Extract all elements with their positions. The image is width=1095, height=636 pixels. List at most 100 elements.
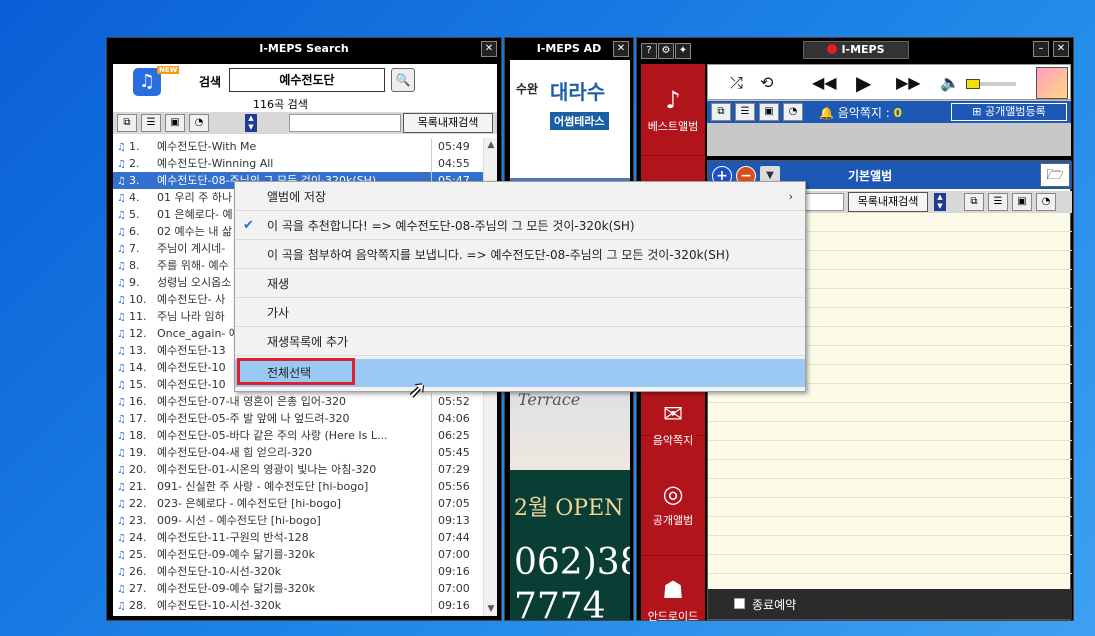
public-album-register-button[interactable]: ⊞ 공개앨범등록 bbox=[951, 103, 1067, 121]
lyrics-icon[interactable]: ◔ bbox=[189, 114, 209, 132]
scroll-down-icon[interactable]: ▼ bbox=[484, 602, 498, 616]
sort-spinner-icon[interactable]: ▲ ▼ bbox=[245, 114, 257, 132]
gear-icon[interactable]: ⚙ bbox=[658, 43, 674, 59]
song-row[interactable]: ♫ 2. 예수전도단-Winning All 04:55 bbox=[113, 155, 483, 172]
song-title: 예수전도단-04-새 힘 얻으리-320 bbox=[157, 446, 313, 459]
song-row[interactable]: ♫ 22. 023- 은혜로다 - 예수전도단 [hi-bogo] 07:05 bbox=[113, 495, 483, 512]
song-number: 15. bbox=[129, 378, 147, 391]
ad-close-button[interactable]: ✕ bbox=[613, 41, 629, 57]
music-note-icon: ♫ bbox=[117, 516, 126, 527]
scroll-up-icon[interactable]: ▲ bbox=[484, 138, 498, 152]
song-duration: 07:00 bbox=[431, 546, 471, 563]
song-title: 023- 은혜로다 - 예수전도단 [hi-bogo] bbox=[157, 497, 342, 510]
list-icon[interactable]: ☰ bbox=[141, 114, 161, 132]
record-icon bbox=[827, 44, 838, 54]
album-title[interactable]: 기본앨범 bbox=[848, 167, 892, 184]
music-note-icon: ♫ bbox=[117, 261, 126, 272]
list-icon[interactable]: ☰ bbox=[735, 103, 755, 121]
reserve-checkbox[interactable] bbox=[734, 598, 745, 609]
song-number: 12. bbox=[129, 327, 147, 340]
main-close-button[interactable]: ✕ bbox=[1053, 41, 1069, 57]
search-close-button[interactable]: ✕ bbox=[481, 41, 497, 57]
song-row[interactable]: ♫ 1. 예수전도단-With Me 05:49 bbox=[113, 138, 483, 155]
menu-item-play[interactable]: 재생 bbox=[235, 270, 805, 298]
song-row[interactable]: ♫ 23. 009- 시선 - 예수전도단 [hi-bogo] 09:13 bbox=[113, 512, 483, 529]
music-note-icon: ♫ bbox=[117, 550, 126, 561]
prev-icon[interactable]: ◀◀ bbox=[812, 73, 837, 92]
sidebar-item-android[interactable]: ☗ 안드로이드 bbox=[641, 556, 705, 636]
help-icon[interactable]: ? bbox=[641, 43, 657, 59]
android-icon: ☗ bbox=[662, 576, 684, 604]
song-number: 9. bbox=[129, 276, 140, 289]
music-note-status[interactable]: 🔔 음악쪽지 : 0 bbox=[819, 104, 902, 121]
song-row[interactable]: ♫ 27. 예수전도단-09-예수 닮기를-320k 07:00 bbox=[113, 580, 483, 597]
menu-item-recommend[interactable]: ✔ 이 곡을 추천합니다! => 예수전도단-08-주님의 그 모든 것이-32… bbox=[235, 212, 805, 240]
minimize-button[interactable]: – bbox=[1033, 41, 1049, 57]
select-icon[interactable]: ⧉ bbox=[711, 103, 731, 121]
shuffle-icon[interactable]: ⤮ bbox=[730, 73, 743, 93]
song-number: 7. bbox=[129, 242, 140, 255]
repeat-icon[interactable]: ⟲ bbox=[760, 73, 773, 92]
song-title: 009- 시선 - 예수전도단 [hi-bogo] bbox=[157, 514, 321, 527]
song-row[interactable]: ♫ 20. 예수전도단-01-시온의 영광이 빛나는 아침-320 07:29 bbox=[113, 461, 483, 478]
song-number: 17. bbox=[129, 412, 147, 425]
song-duration: 05:45 bbox=[431, 444, 471, 461]
song-title: 예수전도단-05-주 발 앞에 나 엎드려-320 bbox=[157, 412, 350, 425]
song-number: 27. bbox=[129, 582, 147, 595]
list-icon[interactable]: ☰ bbox=[988, 193, 1008, 211]
ad-brand: 대라수 bbox=[550, 80, 606, 104]
song-number: 22. bbox=[129, 497, 147, 510]
lyrics-icon[interactable]: ◔ bbox=[783, 103, 803, 121]
volume-icon[interactable]: 🔈 bbox=[940, 73, 960, 92]
song-row[interactable]: ♫ 24. 예수전도단-11-구원의 반석-128 07:44 bbox=[113, 529, 483, 546]
song-row[interactable]: ♫ 17. 예수전도단-05-주 발 앞에 나 엎드려-320 04:06 bbox=[113, 410, 483, 427]
menu-item-lyrics[interactable]: 가사 bbox=[235, 299, 805, 327]
list-search-button[interactable]: 목록내재검색 bbox=[403, 113, 493, 133]
next-icon[interactable]: ▶▶ bbox=[896, 73, 921, 92]
album-footer: 종료예약 bbox=[708, 589, 1072, 619]
song-number: 18. bbox=[129, 429, 147, 442]
select-icon[interactable]: ⧉ bbox=[117, 114, 137, 132]
new-badge: NEW bbox=[157, 66, 180, 74]
song-number: 23. bbox=[129, 514, 147, 527]
delete-icon[interactable]: ▣ bbox=[759, 103, 779, 121]
pin-icon[interactable]: ✦ bbox=[675, 43, 691, 59]
search-input[interactable]: 예수전도단 bbox=[229, 68, 385, 92]
song-row[interactable]: ♫ 21. 091- 신실한 주 사랑 - 예수전도단 [hi-bogo] 05:56 bbox=[113, 478, 483, 495]
song-row[interactable]: ♫ 16. 예수전도단-07-내 영혼이 은총 입어-320 05:52 bbox=[113, 393, 483, 410]
song-duration: 04:06 bbox=[431, 410, 471, 427]
volume-handle[interactable] bbox=[966, 79, 980, 89]
song-row[interactable]: ♫ 28. 예수전도단-10-시선-320k 09:16 bbox=[113, 597, 483, 614]
sort-spinner-icon[interactable]: ▲ ▼ bbox=[934, 193, 946, 211]
music-note-icon: ♫ bbox=[117, 499, 126, 510]
lyrics-icon[interactable]: ◔ bbox=[1036, 193, 1056, 211]
song-row[interactable]: ♫ 25. 예수전도단-09-예수 닮기를-320k 07:00 bbox=[113, 546, 483, 563]
song-title: 예수전도단-09-예수 닮기를-320k bbox=[157, 548, 315, 561]
play-icon[interactable]: ▶ bbox=[856, 71, 871, 95]
folder-icon[interactable]: 🗁 bbox=[1040, 163, 1070, 187]
search-window-titlebar[interactable]: I-MEPS Search ✕ bbox=[107, 38, 501, 60]
song-row[interactable]: ♫ 18. 예수전도단-05-바다 같은 주의 사랑 (Here Is L... 06… bbox=[113, 427, 483, 444]
song-number: 25. bbox=[129, 548, 147, 561]
album-list-search-button[interactable]: 목록내재검색 bbox=[848, 192, 928, 212]
menu-item-save-to-album[interactable]: 앨범에 저장 › bbox=[235, 183, 805, 211]
delete-icon[interactable]: ▣ bbox=[165, 114, 185, 132]
select-icon[interactable]: ⧉ bbox=[964, 193, 984, 211]
menu-item-add-to-playlist[interactable]: 재생목록에 추가 bbox=[235, 328, 805, 356]
skin-cube-icon[interactable] bbox=[1036, 67, 1068, 99]
music-note-icon: ♫ bbox=[117, 312, 126, 323]
sidebar-item-public-album[interactable]: ◎ 공개앨범 bbox=[641, 464, 705, 556]
song-number: 6. bbox=[129, 225, 140, 238]
ad-window-titlebar[interactable]: I-MEPS AD ✕ bbox=[505, 38, 633, 60]
menu-item-send-music-note[interactable]: 이 곡을 첨부하여 음악쪽지를 보냅니다. => 예수전도단-08-주님의 그 … bbox=[235, 241, 805, 269]
search-icon[interactable]: 🔍 bbox=[391, 68, 415, 92]
highlight-box bbox=[237, 358, 355, 385]
list-filter-input[interactable] bbox=[289, 114, 401, 132]
volume-slider[interactable] bbox=[966, 79, 1016, 89]
music-note-icon: ♫ bbox=[117, 346, 126, 357]
song-duration: 05:56 bbox=[431, 478, 471, 495]
song-row[interactable]: ♫ 26. 예수전도단-10-시선-320k 09:16 bbox=[113, 563, 483, 580]
song-row[interactable]: ♫ 19. 예수전도단-04-새 힘 얻으리-320 05:45 bbox=[113, 444, 483, 461]
sidebar-item-best-album[interactable]: ♪ 베스트앨범 bbox=[641, 64, 705, 156]
delete-icon[interactable]: ▣ bbox=[1012, 193, 1032, 211]
